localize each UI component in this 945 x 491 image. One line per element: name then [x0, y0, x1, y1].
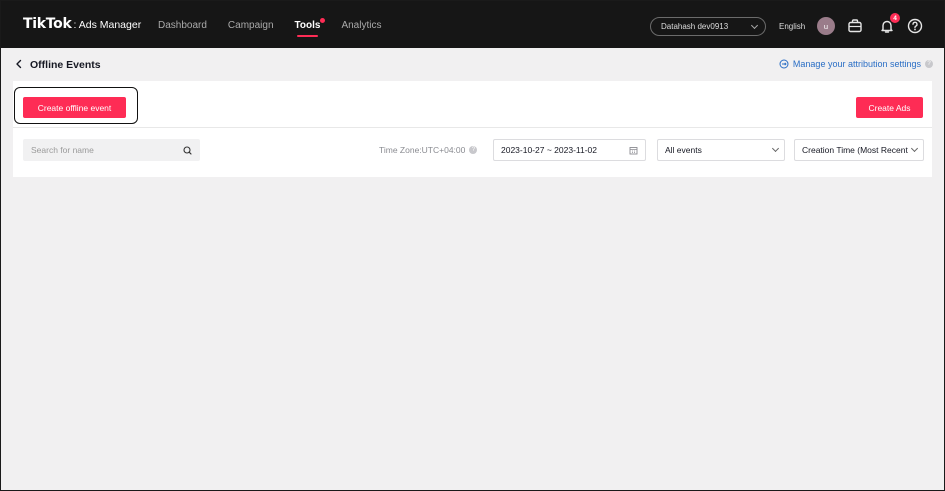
- chevron-down-icon: [750, 21, 759, 29]
- timezone-text: Time Zone:UTC+04:00: [379, 145, 466, 155]
- attribution-settings-icon: [779, 59, 789, 69]
- account-name: Datahash dev0913: [661, 22, 729, 31]
- tiktok-ads-manager-logo[interactable]: TikTok : Ads Manager: [23, 16, 141, 32]
- timezone-label: Time Zone:UTC+04:00 ?: [379, 145, 478, 155]
- date-range-value: 2023-10-27 ~ 2023-11-02: [501, 145, 598, 155]
- page-header: Offline Events Manage your attribution s…: [13, 56, 933, 74]
- chevron-down-icon: [771, 144, 780, 153]
- help-icon[interactable]: [906, 17, 924, 35]
- help-circle-icon[interactable]: ?: [925, 60, 933, 68]
- search-placeholder: Search for name: [31, 145, 94, 155]
- top-nav-bar: TikTok : Ads Manager Dashboard Campaign …: [1, 1, 944, 48]
- language-selector[interactable]: English: [779, 22, 805, 31]
- nav-tools-label: Tools: [294, 20, 321, 31]
- event-filter-value: All events: [665, 145, 702, 155]
- avatar-initial: u: [823, 21, 829, 31]
- nav-dashboard[interactable]: Dashboard: [158, 20, 207, 31]
- notification-badge: 4: [890, 13, 900, 23]
- create-ads-button[interactable]: Create Ads: [856, 97, 923, 118]
- event-filter-select[interactable]: All events: [657, 139, 785, 161]
- logo-product: : Ads Manager: [73, 19, 142, 31]
- briefcase-icon[interactable]: [846, 17, 864, 35]
- main-nav: Dashboard Campaign Tools Analytics: [158, 18, 381, 37]
- manage-attribution-link[interactable]: Manage your attribution settings ?: [779, 59, 933, 69]
- search-icon[interactable]: [183, 145, 192, 155]
- sort-value: Creation Time (Most Recent): [802, 145, 908, 155]
- search-input[interactable]: Search for name: [23, 139, 200, 161]
- account-selector[interactable]: Datahash dev0913: [650, 17, 766, 36]
- app-window: TikTok : Ads Manager Dashboard Campaign …: [0, 0, 945, 491]
- nav-analytics[interactable]: Analytics: [341, 20, 381, 31]
- nav-campaign[interactable]: Campaign: [228, 20, 274, 31]
- page-title: Offline Events: [30, 59, 101, 71]
- create-offline-event-button[interactable]: Create offline event: [23, 97, 126, 118]
- attribution-link-label: Manage your attribution settings: [792, 59, 921, 69]
- sort-select[interactable]: Creation Time (Most Recent): [794, 139, 924, 161]
- back-arrow-icon[interactable]: [15, 59, 23, 69]
- chevron-down-icon: [910, 144, 919, 153]
- avatar[interactable]: u: [817, 17, 835, 35]
- divider: [13, 127, 932, 128]
- tools-notification-dot: [320, 18, 326, 23]
- date-range-picker[interactable]: 2023-10-27 ~ 2023-11-02: [493, 139, 646, 161]
- help-circle-icon[interactable]: ?: [469, 146, 478, 154]
- logo-brand: TikTok: [23, 16, 72, 32]
- calendar-icon: [629, 146, 638, 154]
- offline-events-card: Create offline event Create Ads Search f…: [13, 81, 932, 177]
- nav-tools[interactable]: Tools: [294, 18, 326, 37]
